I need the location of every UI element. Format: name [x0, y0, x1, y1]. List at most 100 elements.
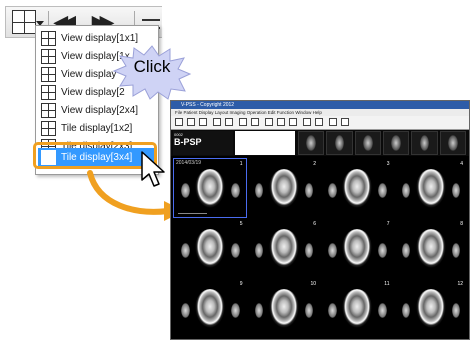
click-label: Click: [133, 57, 171, 76]
ct-shoulder-image: [451, 243, 461, 259]
toolbar-button[interactable]: [277, 118, 285, 126]
ct-shoulder-image: [401, 183, 411, 199]
tile-number: 1: [239, 161, 243, 167]
ct-shoulder-image: [328, 303, 337, 319]
tile-number: 11: [384, 281, 390, 287]
menu-item-label: View display[2x4]: [61, 104, 139, 116]
toolbar-button[interactable]: [341, 118, 349, 126]
ct-shoulder-image: [378, 183, 387, 199]
series-thumbnail[interactable]: [382, 131, 410, 155]
app-window: V-PSS - Copyright 2012 File Patient Disp…: [170, 100, 470, 340]
menu-item-label: View display: [61, 68, 117, 80]
menu-item-view-2x4[interactable]: View display[2x4]: [38, 101, 156, 119]
ct-shoulder-image: [254, 183, 264, 199]
toolbar-button[interactable]: [265, 118, 273, 126]
ct-shoulder-image: [328, 183, 337, 199]
image-tile[interactable]: 12: [394, 279, 466, 337]
series-table[interactable]: [235, 131, 295, 155]
ct-shoulder-image: [304, 183, 314, 199]
ct-shoulder-image: [451, 303, 461, 319]
ct-shoulder-image: [304, 243, 314, 259]
ct-shoulder-image: [401, 303, 411, 319]
tile-number: 10: [310, 281, 316, 287]
cursor-icon: [141, 151, 165, 187]
ct-shoulder-image: [231, 243, 240, 259]
menu-item-label: View display[1x1]: [61, 32, 139, 44]
series-strip: 0002 B-PSP: [171, 130, 469, 156]
tile-number: 9: [239, 281, 243, 287]
ct-shoulder-image: [231, 183, 240, 199]
image-tile[interactable]: 11: [321, 279, 393, 337]
grid-icon: [41, 120, 56, 136]
series-thumbnail[interactable]: [439, 131, 466, 155]
window-title: V-PSS - Copyright 2012: [171, 101, 469, 109]
ct-shoulder-image: [181, 243, 190, 259]
image-tile[interactable]: 7: [321, 219, 393, 277]
toolbar-button[interactable]: [225, 118, 233, 126]
toolbar-button[interactable]: [239, 118, 247, 126]
image-tile[interactable]: 2014/03/19 1: [173, 158, 247, 218]
grid-icon: [41, 48, 56, 64]
ct-slice-image: [268, 229, 299, 268]
menu-bar[interactable]: File Patient Display Layout Imaging Oper…: [171, 109, 469, 116]
ct-shoulder-image: [181, 183, 190, 199]
patient-info: 0002 B-PSP: [173, 131, 233, 155]
ct-shoulder-image: [254, 303, 264, 319]
series-thumbnail[interactable]: [354, 131, 381, 155]
toolbar-button[interactable]: [187, 118, 195, 126]
ct-shoulder-image: [328, 243, 337, 259]
ct-slice-image: [195, 169, 226, 208]
ct-slice-image: [195, 229, 226, 268]
image-tile[interactable]: 8: [394, 219, 466, 277]
grid-icon: [41, 30, 56, 46]
image-tile[interactable]: 2: [247, 159, 319, 217]
toolbar-button[interactable]: [213, 118, 221, 126]
menu-item-label: Tile display[1x2]: [61, 122, 133, 134]
tile-scale: [178, 213, 207, 214]
tile-number: 7: [386, 221, 390, 227]
ct-shoulder-image: [378, 243, 387, 259]
grid-layout-icon[interactable]: [12, 10, 36, 34]
series-thumbnail[interactable]: [298, 131, 325, 155]
tile-number: 5: [239, 221, 243, 227]
tile-number: 8: [460, 221, 463, 227]
grid-icon: [41, 84, 56, 100]
image-tile-grid: 2014/03/19 1 2 3 4 5 6 7 8 9 10 11 12: [173, 158, 466, 337]
image-tile[interactable]: 10: [247, 279, 319, 337]
ct-shoulder-image: [254, 243, 264, 259]
ct-shoulder-image: [451, 183, 461, 199]
toolbar-button[interactable]: [289, 118, 297, 126]
ct-slice-image: [342, 289, 373, 328]
toolbar-button[interactable]: [303, 118, 311, 126]
grid-icon: [41, 66, 56, 82]
thumbnail-strip: [298, 131, 466, 155]
series-thumbnail[interactable]: [326, 131, 353, 155]
ct-shoulder-image: [304, 303, 314, 319]
app-toolbar: [171, 116, 469, 130]
ct-slice-image: [342, 229, 373, 268]
ct-shoulder-image: [401, 243, 411, 259]
toolbar-button[interactable]: [251, 118, 259, 126]
image-tile[interactable]: 3: [321, 159, 393, 217]
tile-number: 6: [313, 221, 316, 227]
ct-slice-image: [268, 169, 299, 208]
toolbar-button[interactable]: [175, 118, 183, 126]
patient-name: B-PSP: [174, 137, 202, 147]
grid-icon: [41, 102, 56, 118]
series-thumbnail[interactable]: [411, 131, 438, 155]
ct-shoulder-image: [181, 303, 190, 319]
tile-number: 12: [457, 281, 463, 287]
ct-slice-image: [195, 289, 226, 328]
toolbar-button[interactable]: [199, 118, 207, 126]
tile-number: 3: [386, 161, 390, 167]
ct-slice-image: [415, 229, 446, 268]
image-tile[interactable]: 9: [174, 279, 246, 337]
image-tile[interactable]: 5: [174, 219, 246, 277]
toolbar-button[interactable]: [329, 118, 337, 126]
ct-shoulder-image: [231, 303, 240, 319]
menu-item-tile-1x2[interactable]: Tile display[1x2]: [38, 119, 156, 137]
image-tile[interactable]: 4: [394, 159, 466, 217]
ct-slice-image: [342, 169, 373, 208]
toolbar-button[interactable]: [315, 118, 323, 126]
image-tile[interactable]: 6: [247, 219, 319, 277]
